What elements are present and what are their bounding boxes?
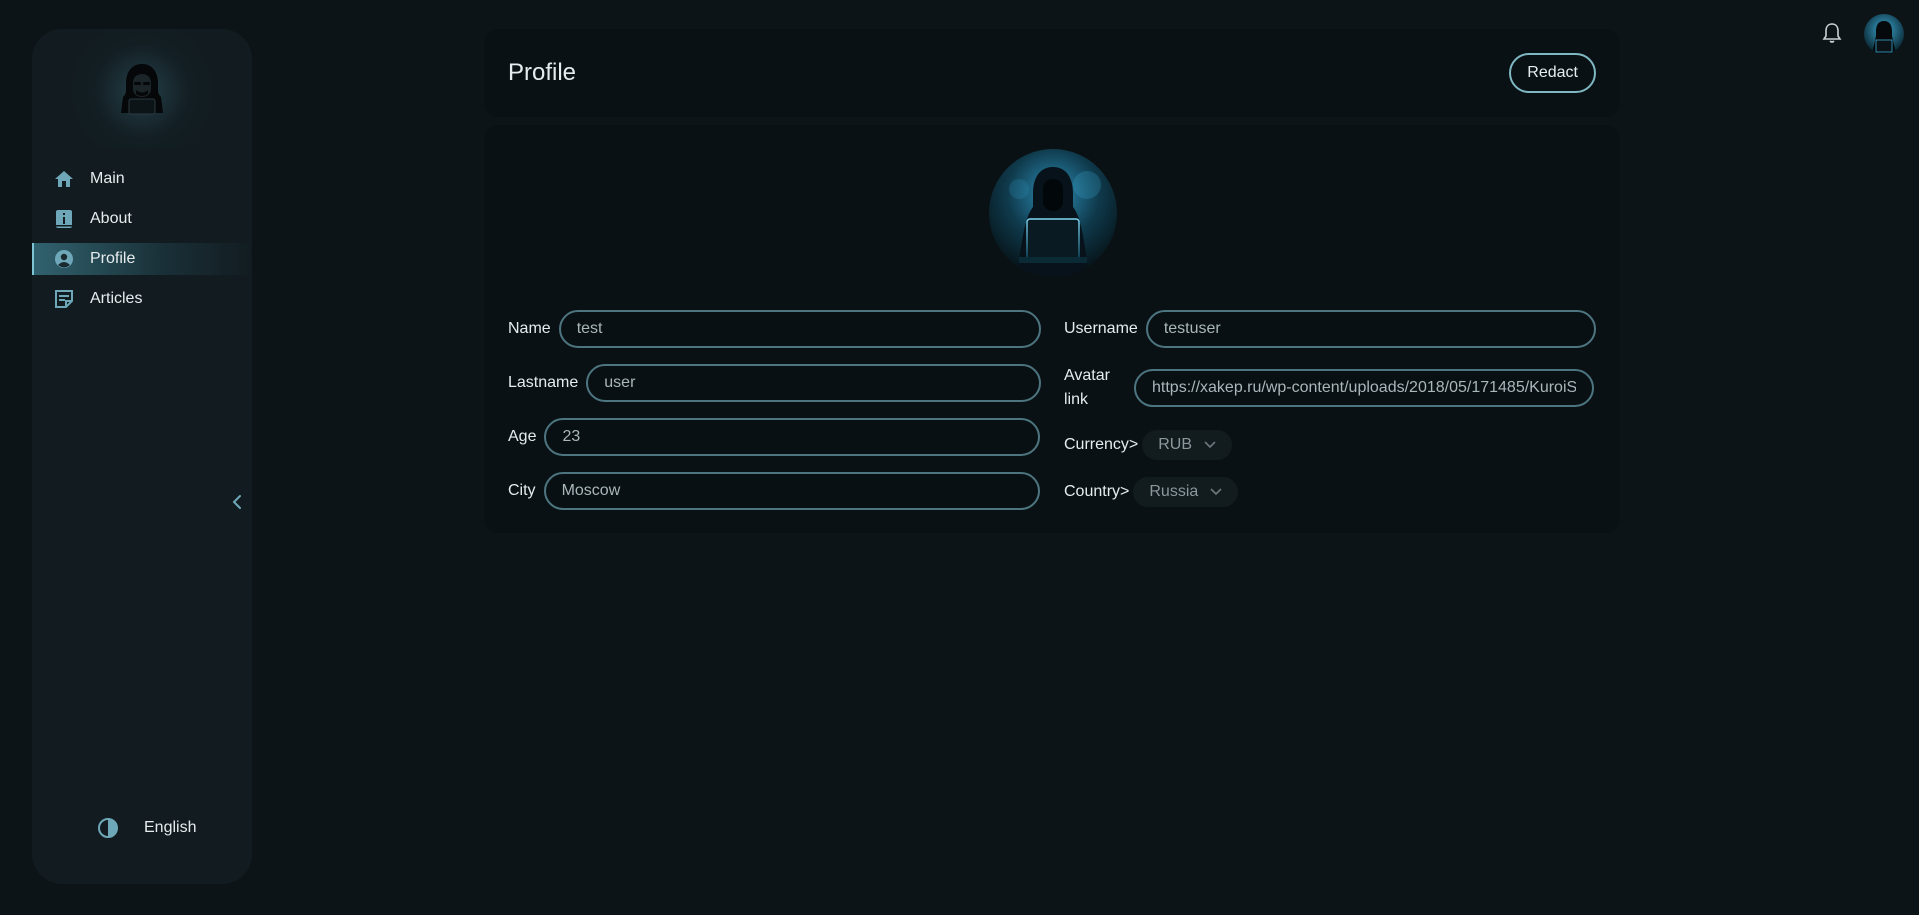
sidebar: Main About Profile Articles English [32,29,252,884]
user-avatar[interactable] [1864,14,1904,54]
redact-button[interactable]: Redact [1509,53,1596,93]
sidebar-item-about[interactable]: About [32,203,252,235]
profile-card: Name Lastname Age City Username Avatar l… [484,125,1620,533]
notifications-button[interactable] [1822,22,1842,44]
sidebar-item-label: Profile [90,250,136,267]
age-field: Age [508,418,1041,456]
sidebar-item-label: Articles [90,290,143,307]
info-book-icon [54,209,74,229]
lastname-label: Lastname [508,374,579,391]
profile-avatar [989,149,1117,277]
age-input[interactable] [544,418,1041,456]
profile-header: Profile Redact [484,29,1620,117]
sidebar-item-label: About [90,210,132,227]
city-label: City [508,482,536,499]
hacker-logo-icon [121,64,163,115]
name-label: Name [508,320,551,337]
theme-toggle-icon[interactable] [96,816,120,840]
currency-select[interactable]: RUB [1142,430,1233,460]
city-field: City [508,472,1040,510]
avatar-link-label-line: Avatar [1064,367,1110,384]
city-input[interactable] [543,472,1040,510]
avatar-link-field: Avatar link [1064,364,1594,412]
avatar-link-label: Avatar link [1064,364,1126,412]
name-field: Name [508,310,1041,348]
currency-field: Currency> RUB [1064,430,1233,460]
user-circle-icon [54,249,74,269]
page-title: Profile [508,59,577,86]
username-field: Username [1064,310,1596,348]
username-input[interactable] [1145,310,1596,348]
hooded-hacker-avatar-icon [989,149,1117,277]
home-icon [54,169,74,189]
sidebar-item-articles[interactable]: Articles [32,283,252,315]
country-label: Country> [1064,483,1130,500]
hooded-hacker-avatar-icon [1864,14,1904,54]
lastname-input[interactable] [586,364,1042,402]
currency-value: RUB [1158,436,1193,453]
lastname-field: Lastname [508,364,1042,402]
sidebar-item-main[interactable]: Main [32,163,252,195]
app-root: Main About Profile Articles English Prof… [0,0,1919,915]
avatar-link-input[interactable] [1134,369,1594,407]
country-field: Country> Russia [1064,477,1239,507]
username-label: Username [1064,320,1138,337]
currency-label: Currency> [1064,436,1139,453]
country-select[interactable]: Russia [1133,477,1239,507]
language-row: English [96,816,196,840]
chevron-down-icon [1204,441,1216,449]
name-input[interactable] [558,310,1041,348]
logo [32,29,252,149]
chevron-left-icon [232,495,241,509]
collapse-sidebar-button[interactable] [228,490,246,514]
article-icon [54,289,74,309]
avatar-link-label-line: link [1064,391,1089,408]
sidebar-nav: Main About Profile Articles [32,163,252,323]
sidebar-item-label: Main [90,170,125,187]
country-value: Russia [1149,483,1199,500]
age-label: Age [508,428,537,445]
bell-icon [1822,23,1842,43]
language-switcher[interactable]: English [144,819,196,837]
chevron-down-icon [1210,488,1222,496]
sidebar-item-profile[interactable]: Profile [32,243,252,275]
